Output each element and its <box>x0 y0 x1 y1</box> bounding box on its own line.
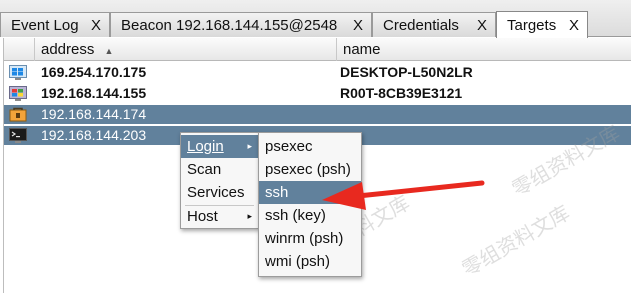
tab-credentials[interactable]: Credentials X <box>372 12 496 37</box>
firewall-lock-icon <box>9 107 27 122</box>
submenu-item-winrm-psh[interactable]: winrm (psh) <box>259 227 361 250</box>
column-header-name[interactable]: name <box>336 38 631 61</box>
menu-item-scan[interactable]: Scan <box>181 158 258 181</box>
sort-ascending-icon: ▲ <box>104 46 114 56</box>
submenu-arrow-icon: ▸ <box>247 211 252 221</box>
column-header-icon[interactable] <box>4 38 34 61</box>
close-icon[interactable]: X <box>91 17 101 34</box>
tab-bar: Event Log X Beacon 192.168.144.155@2548 … <box>0 0 631 38</box>
table-row[interactable]: 169.254.170.175 DESKTOP-L50N2LR <box>4 63 631 82</box>
tab-label: Event Log <box>11 16 79 34</box>
windows-desktop-icon <box>9 65 27 80</box>
tab-label: Credentials <box>383 16 459 34</box>
menu-item-login[interactable]: Login ▸ <box>181 135 258 158</box>
close-icon[interactable]: X <box>353 17 363 34</box>
name-cell: DESKTOP-L50N2LR <box>340 64 473 80</box>
table-row[interactable]: 192.168.144.174 <box>4 105 631 124</box>
context-menu: Login ▸ Scan Services Host ▸ <box>180 132 259 229</box>
close-icon[interactable]: X <box>477 17 487 34</box>
address-cell: 169.254.170.175 <box>41 64 147 80</box>
address-cell: 192.168.144.174 <box>41 106 147 122</box>
tab-label: Beacon 192.168.144.155@2548 <box>121 16 338 34</box>
tab-label: Targets <box>507 16 557 34</box>
submenu-item-wmi-psh[interactable]: wmi (psh) <box>259 250 361 273</box>
menu-item-services[interactable]: Services <box>181 181 258 204</box>
tab-targets[interactable]: Targets X <box>496 11 588 38</box>
terminal-icon <box>9 128 27 143</box>
tab-beacon[interactable]: Beacon 192.168.144.155@2548 X <box>110 12 372 37</box>
submenu-item-psexec[interactable]: psexec <box>259 135 361 158</box>
submenu-arrow-icon: ▸ <box>247 141 252 151</box>
name-cell: R00T-8CB39E3121 <box>340 85 463 101</box>
table-row[interactable]: 192.168.144.155 R00T-8CB39E3121 <box>4 84 631 103</box>
close-icon[interactable]: X <box>569 17 579 34</box>
windows-server-icon <box>9 86 27 101</box>
table-header: address ▲ name <box>4 38 631 61</box>
annotation-arrow-icon <box>322 180 485 210</box>
tab-event-log[interactable]: Event Log X <box>0 12 110 37</box>
menu-item-host[interactable]: Host ▸ <box>181 205 258 228</box>
column-header-address[interactable]: address ▲ <box>34 38 336 61</box>
address-cell: 192.168.144.155 <box>41 85 147 101</box>
address-cell: 192.168.144.203 <box>41 127 147 143</box>
